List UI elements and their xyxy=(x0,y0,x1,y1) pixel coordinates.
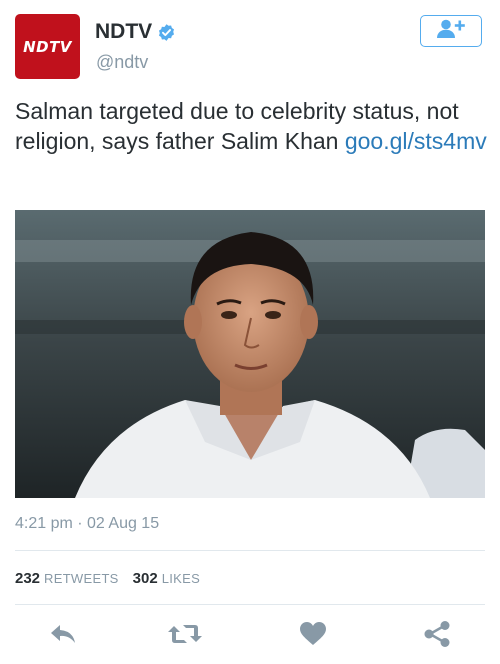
tweet-stats: 232 RETWEETS 302 LIKES xyxy=(15,570,214,587)
share-icon xyxy=(424,620,450,652)
add-user-icon xyxy=(434,18,468,45)
verified-badge-icon xyxy=(157,23,176,42)
heart-icon xyxy=(300,621,326,651)
follow-button[interactable] xyxy=(420,15,482,47)
likes-count[interactable]: 302 xyxy=(133,570,158,587)
reply-button[interactable] xyxy=(48,622,78,650)
divider xyxy=(15,550,485,551)
reply-icon xyxy=(49,623,77,650)
user-handle[interactable]: @ndtv xyxy=(96,52,148,73)
tweet-link[interactable]: goo.gl/sts4mv xyxy=(345,128,487,154)
share-button[interactable] xyxy=(422,620,452,652)
divider xyxy=(15,604,485,605)
tweet-actions xyxy=(0,618,500,654)
retweet-icon xyxy=(168,622,202,651)
name-row: NDTV xyxy=(95,20,176,44)
likes-label[interactable]: LIKES xyxy=(162,571,200,586)
retweet-button[interactable] xyxy=(168,622,202,651)
tweet-header: NDTV NDTV @ndtv xyxy=(0,0,500,90)
retweets-label[interactable]: RETWEETS xyxy=(44,571,119,586)
tweet-photo[interactable] xyxy=(15,210,485,498)
display-name[interactable]: NDTV xyxy=(95,20,152,44)
tweet-text: Salman targeted due to celebrity status,… xyxy=(15,96,487,156)
avatar[interactable]: NDTV xyxy=(15,14,80,79)
like-button[interactable] xyxy=(298,621,328,651)
tweet-timestamp: 4:21 pm · 02 Aug 15 xyxy=(15,515,160,532)
avatar-logo-text: NDTV xyxy=(23,37,72,56)
photo-illustration xyxy=(15,210,485,498)
retweets-count[interactable]: 232 xyxy=(15,570,40,587)
